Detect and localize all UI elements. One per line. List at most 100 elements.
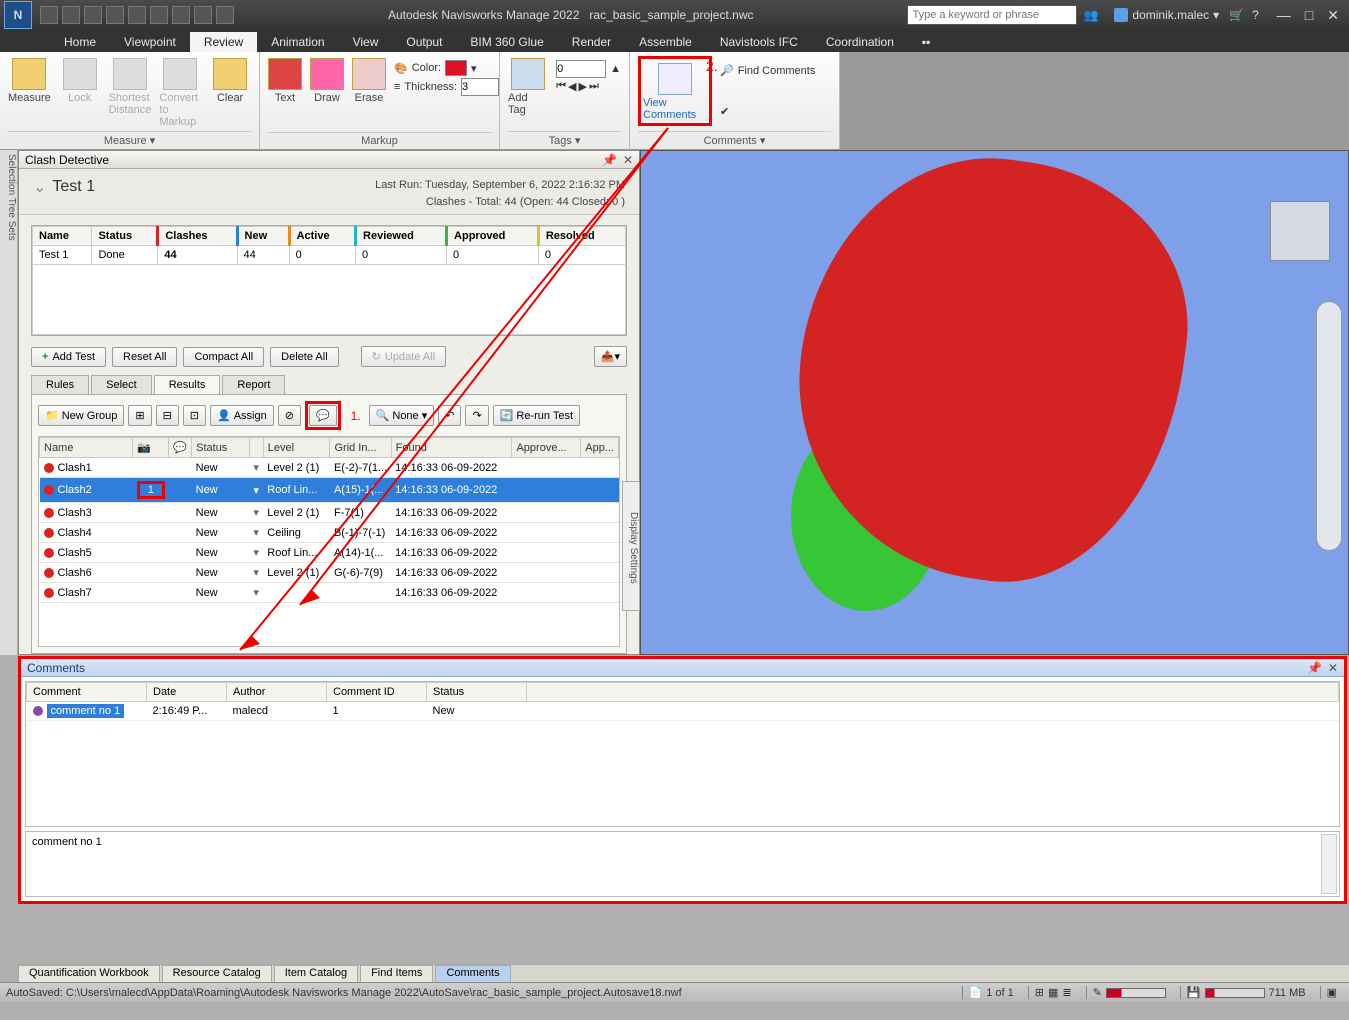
tab-animation[interactable]: Animation [257, 32, 338, 52]
add-test-button[interactable]: +Add Test [31, 347, 106, 367]
text-button[interactable]: Text [268, 56, 302, 104]
measure-button[interactable]: Measure [8, 56, 51, 104]
update-all-button[interactable]: ↻ Update All [361, 346, 446, 367]
tab-output[interactable]: Output [392, 32, 456, 52]
unassign-icon[interactable]: ⊘ [278, 405, 301, 426]
disk-icon[interactable]: 💾 [1187, 986, 1201, 999]
tab-view[interactable]: View [339, 32, 393, 52]
search-input[interactable] [907, 5, 1077, 25]
clash-row[interactable]: Clash3New▾Level 2 (1)F-7(1)14:16:33 06-0… [40, 503, 619, 523]
infocenter-icon[interactable]: 👥 [1083, 8, 1098, 22]
viewcube[interactable] [1270, 201, 1330, 261]
erase-button[interactable]: Erase [352, 56, 386, 104]
tab-home[interactable]: Home [50, 32, 110, 52]
tab-overflow-icon[interactable]: ▪▪ [908, 32, 945, 52]
color-swatch[interactable] [445, 60, 467, 76]
redo-filter-icon[interactable]: ↷ [465, 405, 488, 426]
bottom-tab-comments[interactable]: Comments [435, 965, 510, 982]
tab-coordination[interactable]: Coordination [812, 32, 908, 52]
status-cube-icon[interactable]: ▦ [1048, 986, 1058, 999]
ribbon-group-tags-label[interactable]: Tags ▾ [508, 131, 621, 147]
rerun-test-button[interactable]: 🔄 Re-run Test [493, 405, 580, 426]
find-comments-button[interactable]: 🔎Find Comments [720, 64, 815, 77]
filter-button[interactable]: 🔍 None ▾ [369, 405, 435, 426]
group-icon-3[interactable]: ⊡ [183, 405, 206, 426]
add-comment-button[interactable]: 💬 [309, 405, 337, 426]
app-logo[interactable]: N [4, 1, 32, 29]
tab-navistools[interactable]: Navistools IFC [706, 32, 812, 52]
tab-viewpoint[interactable]: Viewpoint [110, 32, 190, 52]
tab-select[interactable]: Select [91, 375, 152, 394]
minimize-button[interactable]: — [1277, 7, 1291, 24]
convert-markup-button[interactable]: Convert to Markup [159, 56, 201, 128]
pencil-icon[interactable]: ✎ [1093, 986, 1102, 999]
qat-pointer-icon[interactable] [216, 6, 234, 24]
display-settings-tab[interactable]: Display Settings [622, 481, 640, 611]
qat-open-icon[interactable] [62, 6, 80, 24]
ribbon-group-measure-label[interactable]: Measure ▾ [8, 131, 251, 147]
qat-new-icon[interactable] [40, 6, 58, 24]
compact-all-button[interactable]: Compact All [183, 347, 264, 367]
status-grid-icon[interactable]: ⊞ [1035, 986, 1044, 999]
detail-scrollbar[interactable] [1321, 834, 1337, 894]
qat-select-icon[interactable] [194, 6, 212, 24]
assign-button[interactable]: 👤 Assign [210, 405, 274, 426]
clash-row[interactable]: Clash21New▾Roof Lin...A(15)-1(...14:16:3… [40, 478, 619, 503]
bottom-tab-resource[interactable]: Resource Catalog [162, 965, 272, 982]
qat-save-icon[interactable] [84, 6, 102, 24]
spellcheck-icon[interactable]: ✔ [720, 105, 729, 118]
navigation-bar[interactable] [1316, 301, 1342, 551]
undo-filter-icon[interactable]: ↶ [438, 405, 461, 426]
reset-all-button[interactable]: Reset All [112, 347, 177, 367]
bottom-tab-find[interactable]: Find Items [360, 965, 433, 982]
tab-results[interactable]: Results [154, 375, 221, 394]
tab-bim360glue[interactable]: BIM 360 Glue [456, 32, 557, 52]
qat-undo-icon[interactable] [150, 6, 168, 24]
status-layers-icon[interactable]: ≣ [1062, 986, 1071, 999]
3d-viewport[interactable] [640, 150, 1349, 655]
shortest-distance-button[interactable]: Shortest Distance [109, 56, 152, 116]
chevron-down-icon[interactable]: ⌄ [33, 177, 46, 197]
clear-button[interactable]: Clear [209, 56, 251, 104]
ribbon-group-comments-label[interactable]: Comments ▾ [638, 131, 831, 147]
tag-last-icon[interactable]: ⏭ [589, 80, 599, 93]
color-palette-icon[interactable]: 🎨 [394, 62, 408, 75]
tag-first-icon[interactable]: ⏮ [556, 80, 566, 93]
bottom-tab-quantification[interactable]: Quantification Workbook [18, 965, 160, 982]
qat-redo-icon[interactable] [172, 6, 190, 24]
help-icon[interactable]: ? [1252, 8, 1259, 22]
tab-report[interactable]: Report [222, 375, 285, 394]
clash-row[interactable]: Clash1New▾Level 2 (1)E(-2)-7(1...14:16:3… [40, 458, 619, 478]
bottom-tab-item[interactable]: Item Catalog [274, 965, 358, 982]
close-button[interactable]: ✕ [1327, 7, 1339, 24]
clash-row[interactable]: Clash6New▾Level 2 (1)G(-6)-7(9)14:16:33 … [40, 563, 619, 583]
thickness-input[interactable] [461, 78, 499, 96]
summary-row[interactable]: Test 1Done 4444 00 00 [33, 246, 626, 265]
group-icon-2[interactable]: ⊟ [156, 405, 179, 426]
delete-all-button[interactable]: Delete All [270, 347, 338, 367]
lock-button[interactable]: Lock [59, 56, 101, 104]
panel-close-icon[interactable]: ✕ [623, 153, 633, 167]
cart-icon[interactable]: 🛒 [1229, 8, 1244, 22]
tab-rules[interactable]: Rules [31, 375, 89, 394]
draw-button[interactable]: Draw [310, 56, 344, 104]
results-grid[interactable]: Name 📷 💬 Status Level Grid In... Found A… [38, 436, 620, 647]
export-button[interactable]: 📤▾ [594, 346, 627, 367]
clash-row[interactable]: Clash4New▾CeilingB(-1)-7(-1)14:16:33 06-… [40, 523, 619, 543]
view-comments-button[interactable]: View Comments [643, 61, 707, 121]
tab-render[interactable]: Render [558, 32, 625, 52]
qat-print-icon[interactable] [106, 6, 124, 24]
maximize-button[interactable]: □ [1305, 7, 1313, 24]
tab-review[interactable]: Review [190, 32, 257, 52]
tag-prev-icon[interactable]: ◀ [568, 80, 576, 93]
chip-icon[interactable]: ▣ [1327, 986, 1337, 999]
new-group-button[interactable]: 📁 New Group [38, 405, 124, 426]
qat-refresh-icon[interactable] [128, 6, 146, 24]
comments-table[interactable]: Comment Date Author Comment ID Status co… [25, 681, 1340, 827]
add-tag-button[interactable]: Add Tag [508, 56, 548, 116]
comments-pin-icon[interactable]: 📌 [1307, 661, 1322, 675]
user-menu[interactable]: dominik.malec ▾ [1114, 8, 1219, 22]
group-icon-1[interactable]: ⊞ [128, 405, 151, 426]
comments-close-icon[interactable]: ✕ [1328, 661, 1338, 675]
panel-pin-icon[interactable]: 📌 [602, 153, 617, 167]
